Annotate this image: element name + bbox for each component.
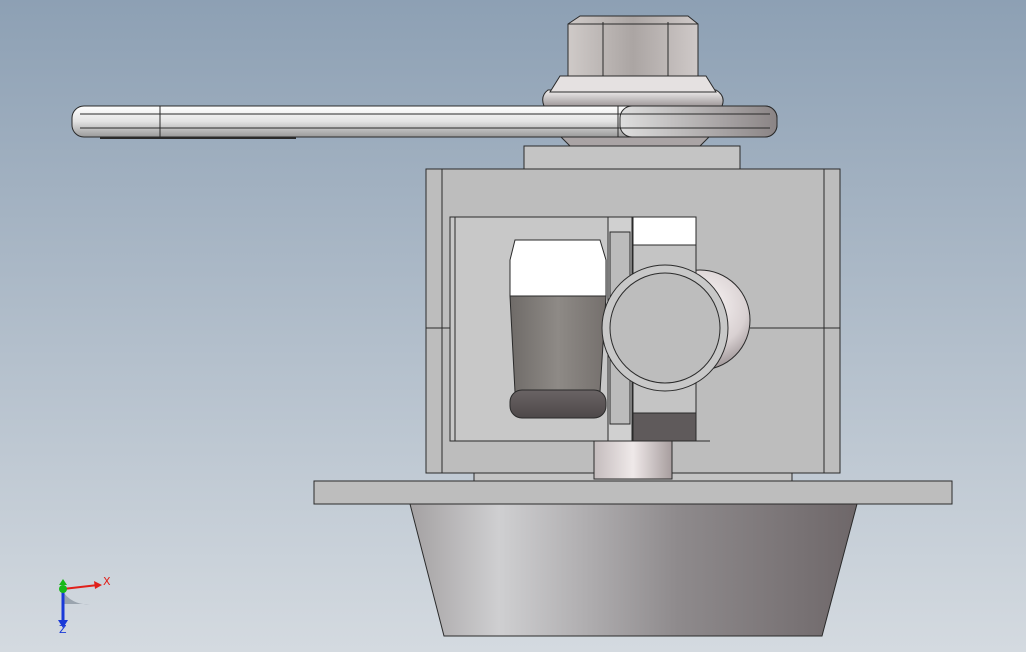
graphics-viewport[interactable]: X Z <box>0 0 1026 652</box>
handle-lever[interactable] <box>71 105 778 139</box>
ball-stem-bottom <box>632 412 697 442</box>
valve-base-body[interactable] <box>409 503 858 637</box>
outlet-stem[interactable] <box>593 440 673 480</box>
axis-x-label: X <box>103 575 111 588</box>
port-inner-face <box>609 272 721 384</box>
mounting-plate[interactable] <box>313 480 953 505</box>
bonnet-block[interactable] <box>523 145 741 170</box>
ball-stem-top <box>632 216 697 246</box>
axis-z-label: Z <box>59 623 67 636</box>
hex-nut[interactable] <box>509 239 607 419</box>
hex-bolt-head[interactable] <box>567 15 699 77</box>
